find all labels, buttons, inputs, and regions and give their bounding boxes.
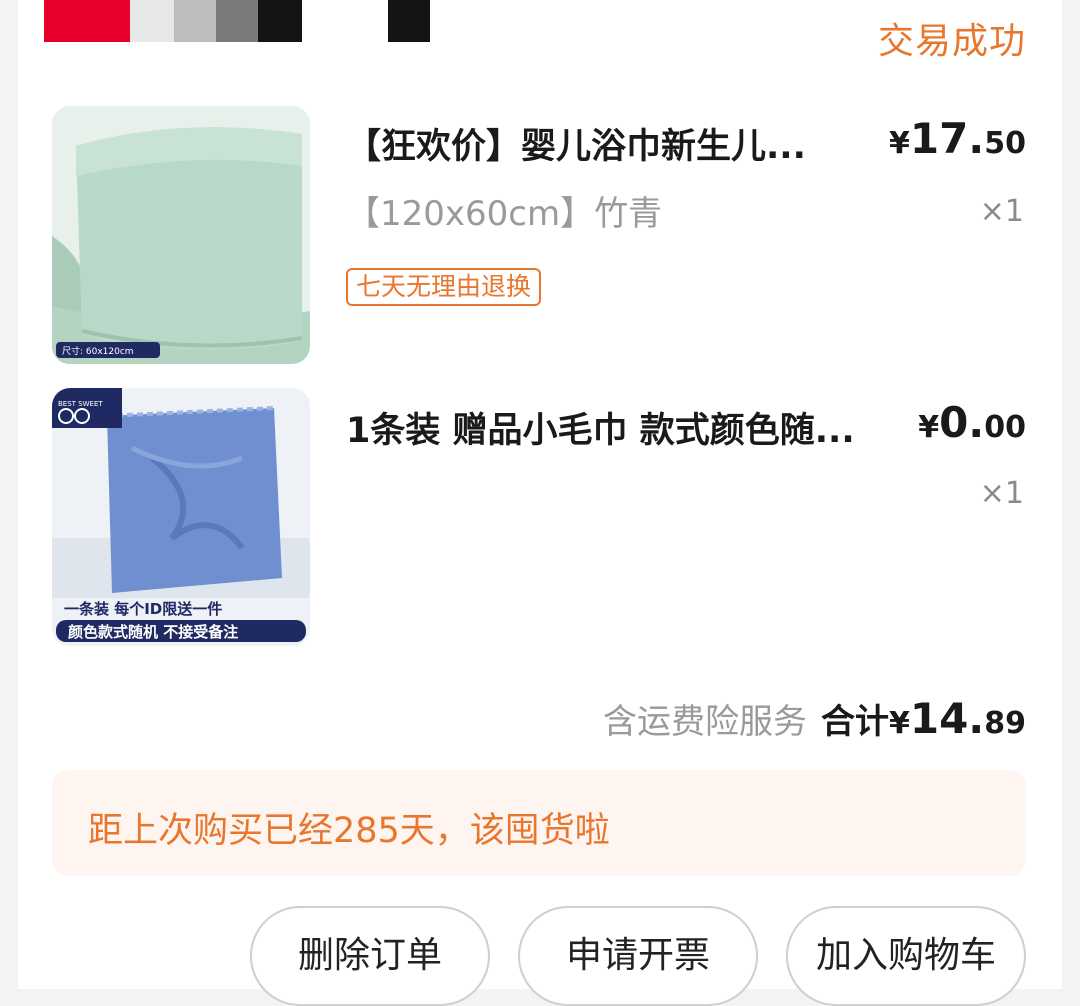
price-currency: ¥ bbox=[888, 126, 910, 161]
image-caption-line1: 一条装 每个ID限送一件 bbox=[64, 600, 222, 618]
order-total: 含运费险服务 合计¥14.89 bbox=[603, 694, 1026, 743]
total-currency: ¥ bbox=[888, 706, 910, 741]
order-status: 交易成功 bbox=[877, 21, 1026, 62]
total-integer: 14. bbox=[909, 694, 985, 743]
price-decimal: 50 bbox=[984, 126, 1026, 161]
delete-order-button[interactable]: 删除订单 bbox=[250, 906, 490, 1006]
total-label: 合计 bbox=[820, 702, 889, 742]
item-quantity: ×1 bbox=[979, 194, 1024, 229]
image-size-caption: 尺寸: 60x120cm bbox=[62, 345, 134, 357]
price-integer: 0. bbox=[939, 398, 985, 447]
item-title[interactable]: 1条装 赠品小毛巾 款式颜色随... bbox=[346, 402, 855, 453]
shop-name-redacted[interactable] bbox=[44, 0, 430, 42]
add-to-cart-button[interactable]: 加入购物车 bbox=[786, 906, 1026, 1006]
item-price: ¥17.50 bbox=[889, 114, 1026, 163]
repurchase-reminder-text: 距上次购买已经285天，该囤货啦 bbox=[88, 811, 610, 851]
request-invoice-button[interactable]: 申请开票 bbox=[518, 906, 758, 1006]
product-image-gift-towel[interactable]: BEST SWEET 一条装 每个ID限送一件 颜色款式随机 不接受备注 bbox=[52, 388, 310, 646]
return-policy-badge: 七天无理由退换 bbox=[346, 268, 542, 306]
product-image-towel[interactable]: 尺寸: 60x120cm bbox=[52, 106, 310, 364]
item-quantity: ×1 bbox=[979, 476, 1024, 511]
item-title[interactable]: 【狂欢价】婴儿浴巾新生儿... bbox=[346, 118, 806, 169]
image-caption-line2: 颜色款式随机 不接受备注 bbox=[68, 623, 238, 641]
item-price: ¥0.00 bbox=[918, 398, 1026, 447]
price-currency: ¥ bbox=[918, 410, 940, 445]
repurchase-reminder-banner[interactable]: 距上次购买已经285天，该囤货啦 bbox=[52, 770, 1026, 876]
item-sku: 【120x60cm】竹青 bbox=[346, 194, 663, 234]
price-integer: 17. bbox=[909, 114, 985, 163]
shipping-insurance-note: 含运费险服务 bbox=[602, 702, 807, 742]
total-decimal: 89 bbox=[984, 706, 1026, 741]
price-decimal: 00 bbox=[984, 410, 1026, 445]
brand-logo-text: BEST SWEET bbox=[58, 400, 103, 408]
